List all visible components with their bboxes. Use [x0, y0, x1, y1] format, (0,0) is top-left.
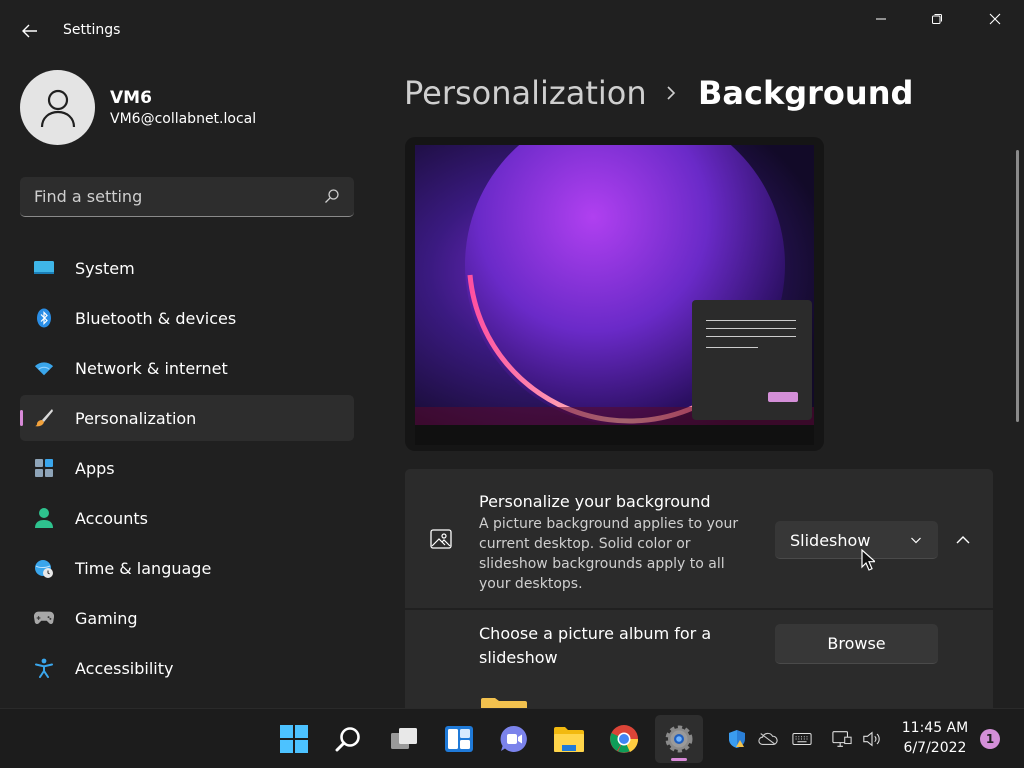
sidebar-item-label: Gaming — [75, 609, 138, 628]
background-type-dropdown[interactable]: Slideshow — [775, 521, 938, 559]
search-box[interactable] — [20, 177, 354, 217]
keyboard-icon[interactable] — [792, 729, 812, 749]
clock-time[interactable]: 11:45 AM — [892, 720, 978, 736]
teams-chat-icon — [500, 725, 527, 752]
chevron-down-icon — [911, 537, 921, 544]
image-icon — [430, 529, 452, 549]
setting-title: Choose a picture album for a slideshow — [479, 624, 712, 667]
bluetooth-icon — [34, 308, 54, 328]
clock-date[interactable]: 6/7/2022 — [892, 740, 978, 756]
background-preview — [405, 137, 824, 451]
sidebar-item-bluetooth[interactable]: Bluetooth & devices — [20, 295, 354, 341]
sidebar-item-label: Bluetooth & devices — [75, 309, 237, 328]
widgets-icon — [445, 726, 473, 752]
chevron-right-icon — [660, 80, 682, 106]
sidebar-item-label: Personalization — [75, 409, 197, 428]
gamepad-icon — [34, 608, 54, 628]
chevron-up-icon — [956, 536, 970, 544]
network-icon[interactable] — [832, 729, 852, 749]
onedrive-offline-icon[interactable] — [758, 729, 778, 749]
personalize-background-setting[interactable]: Personalize your background A picture ba… — [405, 469, 993, 608]
user-icon — [40, 89, 75, 127]
sidebar-item-label: Network & internet — [75, 359, 228, 378]
security-shield-icon[interactable] — [727, 729, 747, 749]
app-title: Settings — [63, 22, 121, 38]
arrow-left-icon — [22, 24, 37, 38]
sidebar-nav: System Bluetooth & devices Network & int… — [20, 245, 354, 695]
sidebar-item-time-language[interactable]: Time & language — [20, 545, 354, 591]
slideshow-album-setting: Choose a picture album for a slideshow B… — [405, 610, 993, 710]
profile-email: VM6@collabnet.local — [110, 111, 257, 127]
file-explorer-button[interactable] — [545, 715, 593, 763]
minimize-button[interactable] — [858, 4, 904, 34]
breadcrumb-parent[interactable]: Personalization — [404, 74, 647, 112]
sidebar-item-network[interactable]: Network & internet — [20, 345, 354, 391]
taskbar: 11:45 AM 6/7/2022 1 — [0, 708, 1024, 768]
windows-start-icon — [280, 725, 308, 753]
dropdown-selected-value: Slideshow — [790, 531, 871, 550]
search-input[interactable] — [20, 177, 320, 216]
taskbar-search-button[interactable] — [325, 715, 373, 763]
chat-button[interactable] — [490, 715, 538, 763]
chrome-icon — [610, 725, 639, 753]
preview-taskbar — [415, 425, 814, 445]
restore-button[interactable] — [914, 4, 960, 34]
volume-icon[interactable] — [862, 729, 882, 749]
file-explorer-icon — [554, 727, 584, 752]
title-bar: Settings — [0, 0, 1024, 60]
wallpaper-image — [415, 145, 814, 425]
notification-badge[interactable]: 1 — [980, 729, 1000, 749]
search-icon[interactable] — [324, 188, 340, 204]
close-button[interactable] — [972, 4, 1018, 34]
maximize-icon — [932, 14, 942, 24]
search-icon — [335, 727, 360, 752]
avatar[interactable] — [20, 70, 95, 145]
sample-window-button — [768, 392, 798, 402]
person-icon — [34, 508, 54, 528]
sidebar-item-label: Accounts — [75, 509, 148, 528]
sidebar-item-system[interactable]: System — [20, 245, 354, 291]
chrome-button[interactable] — [600, 715, 648, 763]
settings-icon — [665, 725, 693, 753]
browse-button[interactable]: Browse — [775, 624, 938, 664]
sample-window — [692, 300, 812, 420]
sidebar-item-personalization[interactable]: Personalization — [20, 395, 354, 441]
back-button[interactable] — [14, 16, 46, 46]
content-scrollbar[interactable] — [1016, 150, 1019, 422]
settings-taskbar-button[interactable] — [655, 715, 703, 763]
setting-description: A picture background applies to your cur… — [479, 516, 739, 592]
accessibility-icon — [34, 658, 54, 678]
sidebar-item-label: Time & language — [75, 559, 212, 578]
task-view-button[interactable] — [380, 715, 428, 763]
sidebar-item-accounts[interactable]: Accounts — [20, 495, 354, 541]
widgets-button[interactable] — [435, 715, 483, 763]
sidebar-item-label: Apps — [75, 459, 115, 478]
sidebar-item-accessibility[interactable]: Accessibility — [20, 645, 354, 691]
page-title: Background — [698, 74, 914, 112]
apps-icon — [34, 458, 54, 478]
brush-icon — [34, 408, 54, 428]
monitor-icon — [34, 258, 54, 278]
collapse-button[interactable] — [950, 527, 976, 553]
start-button[interactable] — [270, 715, 318, 763]
minimize-icon — [876, 18, 886, 20]
sidebar-item-label: Accessibility — [75, 659, 174, 678]
mouse-cursor-icon — [861, 549, 875, 571]
sidebar-item-apps[interactable]: Apps — [20, 445, 354, 491]
wifi-icon — [34, 358, 54, 378]
close-icon — [989, 13, 1001, 25]
sidebar-item-label: System — [75, 259, 135, 278]
task-view-icon — [391, 728, 417, 749]
sidebar-item-gaming[interactable]: Gaming — [20, 595, 354, 641]
globe-clock-icon — [34, 558, 54, 578]
setting-title: Personalize your background — [479, 492, 711, 511]
profile-name: VM6 — [110, 88, 152, 108]
